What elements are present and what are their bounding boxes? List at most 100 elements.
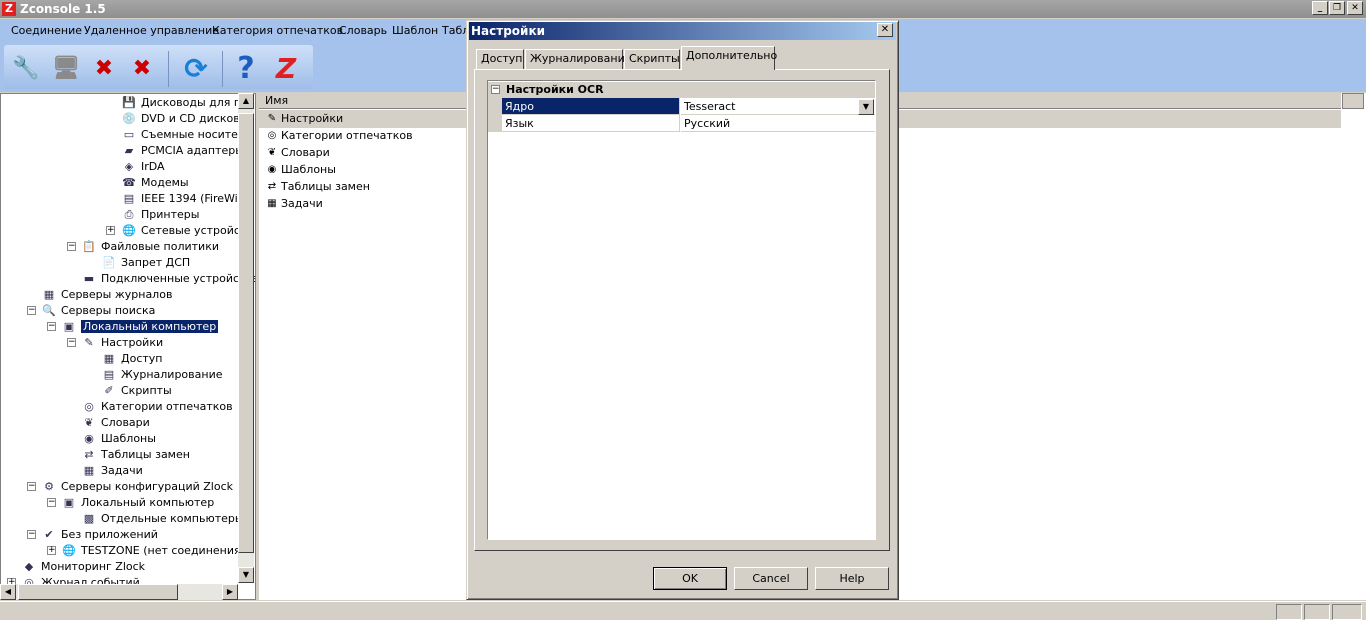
- tree-item[interactable]: ▭ Съемные носители: [121, 127, 252, 143]
- tree-item[interactable]: ◈ IrDA: [121, 159, 165, 175]
- zlock-icon[interactable]: Z: [270, 52, 302, 85]
- tree-item[interactable]: ✐ Скрипты: [101, 383, 171, 399]
- remove-all-icon[interactable]: ✖: [126, 52, 158, 84]
- list-item-icon: ✎: [267, 113, 277, 124]
- restore-button[interactable]: ❐: [1329, 1, 1345, 15]
- tree-item[interactable]: 💾 Дисководы для ги: [121, 95, 247, 111]
- scroll-down-button[interactable]: ▼: [238, 567, 254, 583]
- list-item[interactable]: ❦ Словари: [265, 145, 330, 161]
- tree-item[interactable]: ✔ Без приложений: [41, 527, 158, 543]
- tree-item[interactable]: 🌐 TESTZONE (нет соединения): [61, 543, 245, 559]
- collapse-icon[interactable]: −: [491, 85, 500, 94]
- tree-expander[interactable]: +: [106, 226, 115, 235]
- dialog-close-button[interactable]: ✕: [877, 23, 893, 37]
- tab-logging[interactable]: Журналирование: [525, 49, 632, 69]
- property-category-ocr[interactable]: − Настройки OCR: [488, 82, 875, 98]
- tree-item[interactable]: ▦ Серверы журналов: [41, 287, 173, 303]
- tree-item[interactable]: ⇄ Таблицы замен: [81, 447, 190, 463]
- refresh-icon[interactable]: ⟳: [180, 52, 212, 85]
- tree-expander[interactable]: −: [47, 322, 56, 331]
- connect-icon[interactable]: 🔧: [10, 52, 42, 84]
- tree-item[interactable]: ▩ Отдельные компьютеры: [81, 511, 244, 527]
- tree-item[interactable]: ◎ Категории отпечатков: [81, 399, 233, 415]
- tree-node-icon: ◆: [24, 560, 34, 573]
- tree-item[interactable]: ▦ Доступ: [101, 351, 163, 367]
- tree-item[interactable]: 💿 DVD и CD дисково: [121, 111, 246, 127]
- remove-icon[interactable]: ✖: [88, 52, 120, 84]
- cancel-button[interactable]: Cancel: [734, 567, 808, 590]
- property-grid[interactable]: [487, 80, 876, 540]
- tree-vertical-scrollbar[interactable]: ▲ ▼: [238, 93, 254, 583]
- tree-item[interactable]: ▰ PCMCIA адаптеры: [121, 143, 244, 159]
- tree-item[interactable]: ▤ IEEE 1394 (FireWire: [121, 191, 249, 207]
- tree-horizontal-scrollbar[interactable]: ◀ ▶: [0, 584, 238, 600]
- scroll-thumb[interactable]: [238, 113, 254, 553]
- server-icon[interactable]: 🖥: [50, 52, 82, 84]
- tree-item[interactable]: 📄 Запрет ДСП: [101, 255, 190, 271]
- list-item[interactable]: ◉ Шаблоны: [265, 162, 336, 178]
- status-bar: [0, 601, 1366, 620]
- tree-item[interactable]: ▤ Журналирование: [101, 367, 223, 383]
- tree-expander[interactable]: −: [27, 306, 36, 315]
- menu-connection[interactable]: Соединение: [11, 24, 82, 37]
- property-name-engine[interactable]: Ядро: [502, 98, 680, 115]
- tree-expander[interactable]: −: [67, 338, 76, 347]
- help-button[interactable]: Help: [815, 567, 889, 590]
- tree-item[interactable]: 🔍 Серверы поиска: [41, 303, 155, 319]
- ok-button[interactable]: OK: [653, 567, 727, 590]
- tree-item-label: Категории отпечатков: [101, 400, 233, 413]
- tab-advanced[interactable]: Дополнительно: [681, 46, 777, 70]
- property-name-language[interactable]: Язык: [502, 115, 680, 132]
- tree-item[interactable]: ▦ Задачи: [81, 463, 143, 479]
- menu-dictionary[interactable]: Словарь: [339, 24, 387, 37]
- tree-node-icon: ❦: [84, 416, 94, 429]
- help-icon[interactable]: ?: [230, 51, 262, 86]
- menu-remote-control[interactable]: Удаленное управление: [84, 24, 219, 37]
- scroll-up-button[interactable]: ▲: [238, 93, 254, 109]
- tree-node-icon: 📄: [102, 256, 116, 269]
- tree-expander[interactable]: −: [67, 242, 76, 251]
- tree-item[interactable]: ❦ Словари: [81, 415, 149, 431]
- status-panel: [1276, 604, 1302, 620]
- scroll-right-button[interactable]: ▶: [222, 584, 238, 600]
- tree-item-label: Доступ: [121, 352, 163, 365]
- property-value-language[interactable]: Русский: [681, 115, 875, 132]
- menu-fingerprint-category[interactable]: Категория отпечатков: [212, 24, 343, 37]
- list-item[interactable]: ✎ Настройки: [265, 111, 343, 127]
- tree-item[interactable]: ▬ Подключенные устройства: [81, 271, 255, 287]
- minimize-button[interactable]: _: [1312, 1, 1328, 15]
- tab-access[interactable]: Доступ: [476, 49, 524, 69]
- tree-node-icon: 🌐: [62, 544, 76, 557]
- tree-item[interactable]: ⚙ Серверы конфигураций Zlock: [41, 479, 233, 495]
- list-item[interactable]: ◎ Категории отпечатков: [265, 128, 413, 144]
- scroll-left-button[interactable]: ◀: [0, 584, 16, 600]
- tree-item[interactable]: ▣ Локальный компьютер: [61, 319, 219, 335]
- hscroll-thumb[interactable]: [18, 584, 178, 600]
- tree-item-label: IEEE 1394 (FireWire: [141, 192, 249, 205]
- tree-item[interactable]: 📋 Файловые политики: [81, 239, 219, 255]
- tree-node-icon: ◎: [84, 400, 94, 413]
- tree-item[interactable]: ✎ Настройки: [81, 335, 163, 351]
- tab-scripts[interactable]: Скрипты: [624, 49, 680, 69]
- tree-item[interactable]: ⎙ Принтеры: [121, 207, 200, 223]
- tree-expander[interactable]: −: [47, 498, 56, 507]
- tree-item[interactable]: ☎ Модемы: [121, 175, 188, 191]
- tree-node-icon: 📋: [82, 240, 96, 253]
- tree-item[interactable]: ▣ Локальный компьютер: [61, 495, 214, 511]
- tree-expander[interactable]: −: [27, 482, 36, 491]
- list-item[interactable]: ▦ Задачи: [265, 196, 323, 212]
- tree-pane[interactable]: 💾 Дисководы для ги 💿 DVD и CD дисково ▭ Съемн…: [0, 93, 256, 600]
- tree-node-icon: ◈: [124, 160, 134, 173]
- tree-expander[interactable]: +: [47, 546, 56, 555]
- tree-item[interactable]: ◉ Шаблоны: [81, 431, 156, 447]
- tree-item[interactable]: 🌐 Сетевые устройсте: [121, 223, 253, 239]
- list-scroll-corner: [1342, 93, 1364, 109]
- property-value-engine[interactable]: Tesseract: [681, 98, 875, 115]
- list-item[interactable]: ⇄ Таблицы замен: [265, 179, 370, 195]
- tree-node-icon: ⇄: [84, 448, 94, 461]
- menu-template[interactable]: Шаблон: [392, 24, 438, 37]
- close-window-button[interactable]: ✕: [1347, 1, 1363, 15]
- chevron-down-icon[interactable]: ▼: [858, 99, 874, 115]
- tree-item[interactable]: ◆ Мониторинг Zlock: [21, 559, 145, 575]
- tree-expander[interactable]: −: [27, 530, 36, 539]
